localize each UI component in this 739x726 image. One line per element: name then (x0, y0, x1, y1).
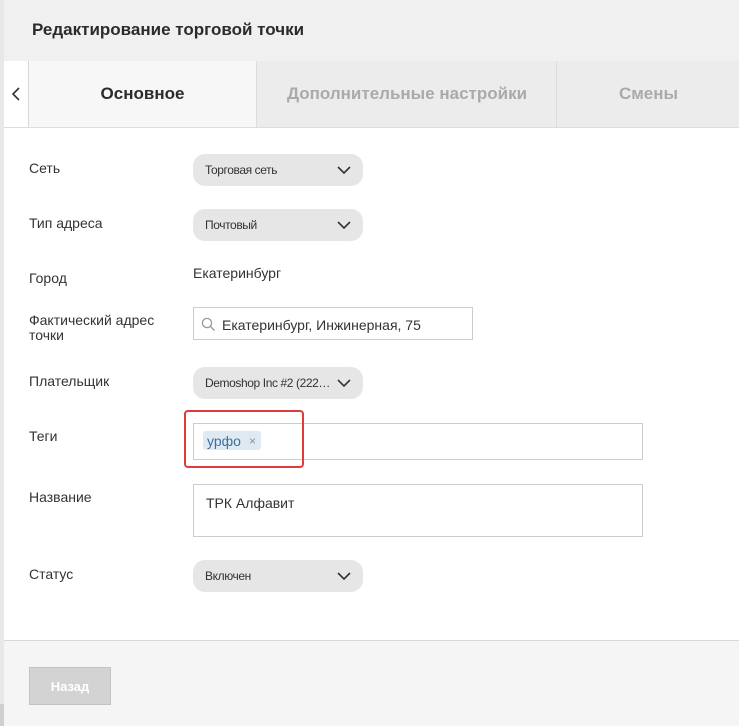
tab-shifts[interactable]: Смены (556, 61, 739, 127)
network-select-value: Торговая сеть (205, 163, 278, 177)
tag-highlight-box (184, 410, 304, 468)
tab-shifts-label: Смены (618, 84, 679, 103)
address-type-label: Тип адреса (29, 215, 103, 231)
tabs-divider (4, 127, 739, 128)
status-select-value: Включен (205, 569, 251, 583)
name-value: ТРК Алфавит (206, 495, 295, 511)
status-select[interactable]: Включен (193, 560, 363, 592)
tab-additional-settings-label: Дополнительные настройки (286, 84, 528, 103)
chevron-down-icon (337, 572, 351, 581)
tab-main[interactable]: Основное (29, 61, 256, 127)
chevron-down-icon (337, 221, 351, 230)
actual-address-label-line1: Фактический адрес (29, 312, 155, 328)
search-icon (201, 317, 215, 331)
network-label: Сеть (29, 160, 61, 176)
tabs-back-button[interactable] (4, 61, 29, 127)
chevron-down-icon (337, 166, 351, 175)
status-label: Статус (29, 566, 74, 582)
tab-main-label: Основное (100, 84, 185, 103)
city-label: Город (29, 270, 67, 286)
name-label: Название (29, 489, 92, 505)
dialog-header: Редактирование торговой точки (4, 0, 739, 61)
payer-select-value: Demoshop Inc #2 (2223… (205, 376, 333, 390)
back-button[interactable]: Назад (29, 667, 111, 705)
corner-mark (0, 704, 4, 726)
name-textarea[interactable]: ТРК Алфавит (193, 484, 643, 537)
chevron-down-icon (337, 379, 351, 388)
actual-address-input[interactable]: Екатеринбург, Инжинерная, 75 (193, 307, 473, 340)
actual-address-label: Фактический адрес точки (29, 313, 154, 343)
network-select[interactable]: Торговая сеть (193, 154, 363, 186)
actual-address-value: Екатеринбург, Инжинерная, 75 (222, 317, 421, 333)
payer-label: Плательщик (29, 373, 110, 389)
address-type-select-value: Почтовый (205, 218, 257, 232)
city-value: Екатеринбург (193, 265, 282, 281)
address-type-select[interactable]: Почтовый (193, 209, 363, 241)
footer (4, 641, 739, 726)
tab-bar: Основное Дополнительные настройки Смены (4, 61, 739, 128)
tab-additional-settings[interactable]: Дополнительные настройки (256, 61, 557, 127)
page-title: Редактирование торговой точки (32, 20, 305, 39)
tags-label: Теги (29, 428, 58, 444)
actual-address-label-line2: точки (29, 327, 64, 343)
payer-select[interactable]: Demoshop Inc #2 (2223… (193, 367, 363, 399)
chevron-left-icon (11, 87, 20, 101)
